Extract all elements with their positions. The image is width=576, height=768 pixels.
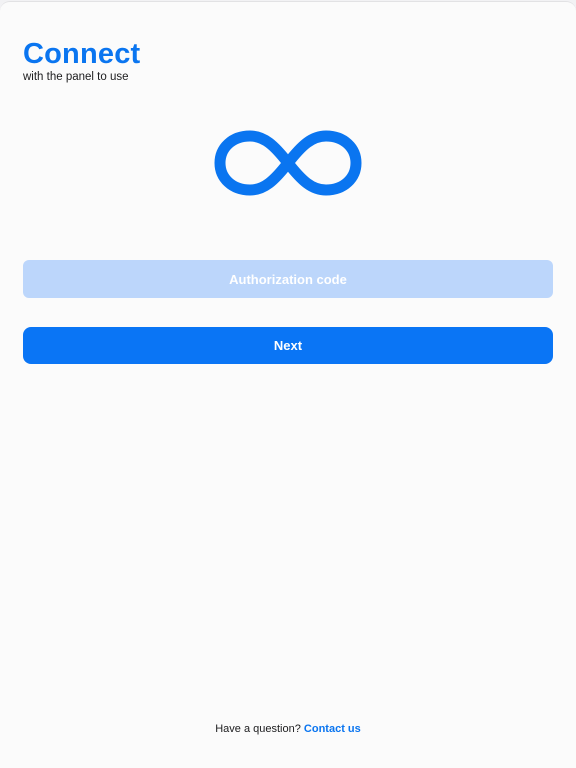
page-title: Connect xyxy=(23,38,141,70)
footer-question: Have a question? xyxy=(215,723,301,735)
contact-us-link[interactable]: Contact us xyxy=(304,723,361,735)
footer: Have a question? Contact us xyxy=(0,721,576,737)
page-subtitle: with the panel to use xyxy=(23,71,129,83)
next-button[interactable]: Next xyxy=(23,327,553,364)
connect-sheet: Connect with the panel to use Next Have … xyxy=(0,1,576,768)
infinity-icon xyxy=(214,130,362,196)
authorization-code-input[interactable] xyxy=(23,260,553,298)
